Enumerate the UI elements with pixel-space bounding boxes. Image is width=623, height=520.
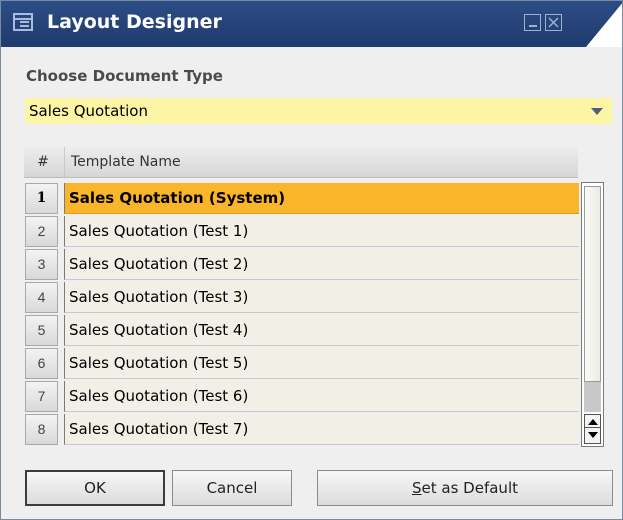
row-number[interactable]: 1 [25,183,58,214]
table-row[interactable]: 2 Sales Quotation (Test 1) [24,215,580,248]
window-title: Layout Designer [47,11,222,33]
table-row[interactable]: 8 Sales Quotation (Test 7) [24,413,580,446]
layout-designer-icon [13,13,35,33]
scrollbar-thumb[interactable] [584,186,601,382]
table-row[interactable]: 3 Sales Quotation (Test 2) [24,248,580,281]
row-number[interactable]: 7 [25,381,58,412]
row-number[interactable]: 8 [25,414,58,445]
template-name-cell[interactable]: Sales Quotation (Test 3) [64,282,579,313]
close-button[interactable] [545,14,562,31]
choose-document-type-label: Choose Document Type [26,67,223,85]
document-type-value: Sales Quotation [29,102,148,120]
cancel-button[interactable]: Cancel [172,470,292,506]
template-name-cell[interactable]: Sales Quotation (Test 7) [64,414,579,445]
table-row[interactable]: 7 Sales Quotation (Test 6) [24,380,580,413]
table-row[interactable]: 5 Sales Quotation (Test 4) [24,314,580,347]
dropdown-arrow-icon[interactable] [591,108,603,115]
template-name-cell[interactable]: Sales Quotation (Test 1) [64,216,579,247]
ok-button[interactable]: OK [25,470,165,506]
template-name-cell[interactable]: Sales Quotation (System) [64,183,579,214]
arrow-up-icon [588,419,598,425]
template-name-cell[interactable]: Sales Quotation (Test 5) [64,348,579,379]
scrollbar-track[interactable] [584,382,601,412]
template-name-cell[interactable]: Sales Quotation (Test 4) [64,315,579,346]
layout-designer-window: Layout Designer Choose Document Type Sal… [0,0,623,520]
row-number[interactable]: 3 [25,249,58,280]
arrow-down-icon [588,432,598,438]
table-row[interactable]: 4 Sales Quotation (Test 3) [24,281,580,314]
vertical-scrollbar[interactable] [581,182,604,447]
set-as-default-mnemonic: S [412,479,422,497]
row-number[interactable]: 4 [25,282,58,313]
row-number[interactable]: 6 [25,348,58,379]
table-row[interactable]: 6 Sales Quotation (Test 5) [24,347,580,380]
row-number[interactable]: 2 [25,216,58,247]
row-number[interactable]: 5 [25,315,58,346]
minimize-button[interactable] [524,14,541,31]
title-bar[interactable]: Layout Designer [1,1,622,47]
template-grid: # Template Name 1 Sales Quotation (Syste… [24,147,612,453]
grid-rows: 1 Sales Quotation (System) 2 Sales Quota… [24,182,580,446]
close-icon [548,17,559,28]
template-name-cell[interactable]: Sales Quotation (Test 2) [64,249,579,280]
set-as-default-button[interactable]: Set as Default [317,470,613,506]
scroll-down-button[interactable] [584,427,601,444]
grid-header: # Template Name [24,147,578,178]
column-header-template-name[interactable]: Template Name [64,147,181,177]
table-row[interactable]: 1 Sales Quotation (System) [24,182,580,215]
template-name-cell[interactable]: Sales Quotation (Test 6) [64,381,579,412]
document-type-dropdown[interactable]: Sales Quotation [25,98,612,124]
set-as-default-label: et as Default [421,479,518,497]
column-header-number[interactable]: # [24,147,62,177]
